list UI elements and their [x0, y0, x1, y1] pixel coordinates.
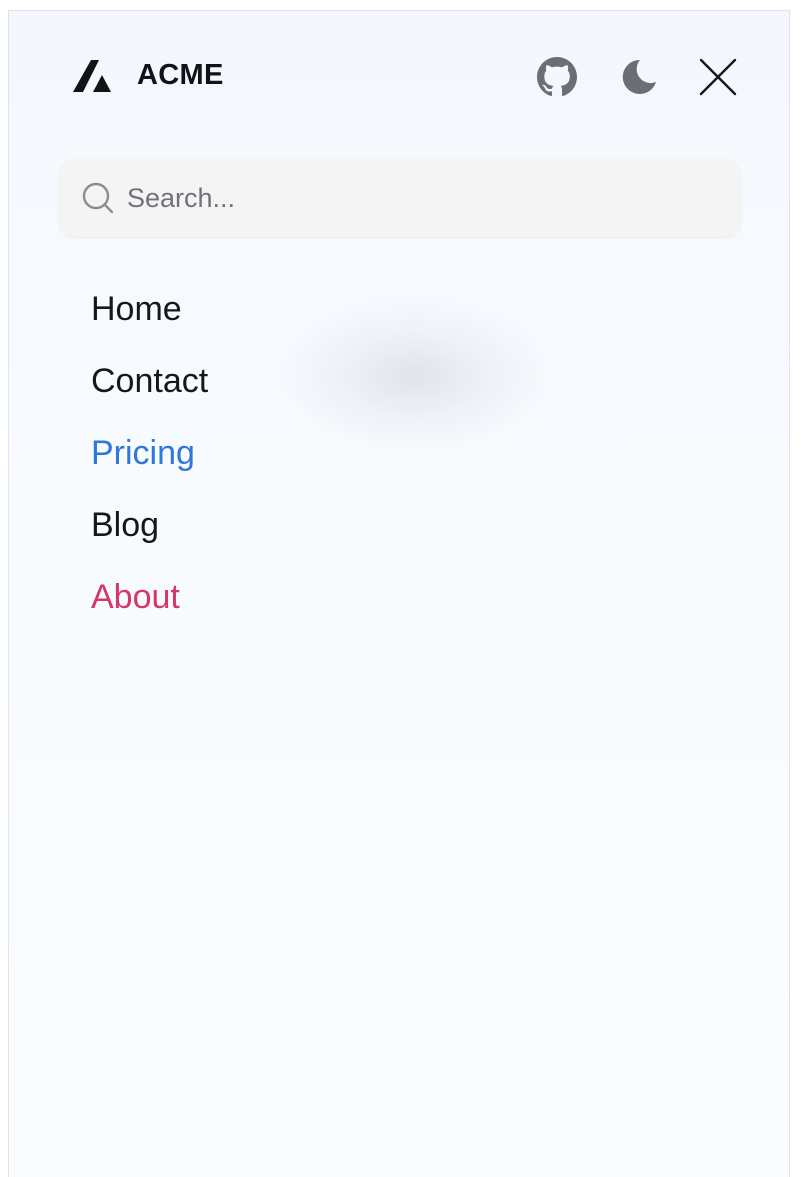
- github-button[interactable]: [537, 57, 577, 97]
- nav-item-about: About: [91, 561, 208, 633]
- nav-menu: Home Contact Pricing Blog About: [91, 273, 208, 633]
- nav-link-pricing[interactable]: Pricing: [91, 434, 195, 473]
- nav-link-home[interactable]: Home: [91, 290, 182, 329]
- nav-link-blog[interactable]: Blog: [91, 506, 159, 545]
- close-menu-button[interactable]: [698, 57, 738, 97]
- menu-header: ACME: [9, 11, 789, 141]
- moon-icon: [622, 59, 656, 94]
- nav-item-pricing: Pricing: [91, 417, 208, 489]
- nav-item-contact: Contact: [91, 345, 208, 417]
- search-bar[interactable]: [59, 159, 741, 237]
- nav-item-home: Home: [91, 273, 208, 345]
- github-icon: [537, 57, 577, 97]
- search-input[interactable]: [125, 177, 729, 219]
- search-icon: [82, 182, 114, 214]
- header-actions: [9, 57, 789, 97]
- close-icon: [699, 58, 737, 96]
- theme-toggle-button[interactable]: [618, 57, 658, 97]
- mobile-menu-panel: ACME Search... Home Contact Pricing Blog…: [8, 10, 790, 1177]
- nav-link-about[interactable]: About: [91, 578, 180, 617]
- nav-item-blog: Blog: [91, 489, 208, 561]
- background-blur-decoration: [279, 301, 549, 451]
- nav-link-contact[interactable]: Contact: [91, 362, 208, 401]
